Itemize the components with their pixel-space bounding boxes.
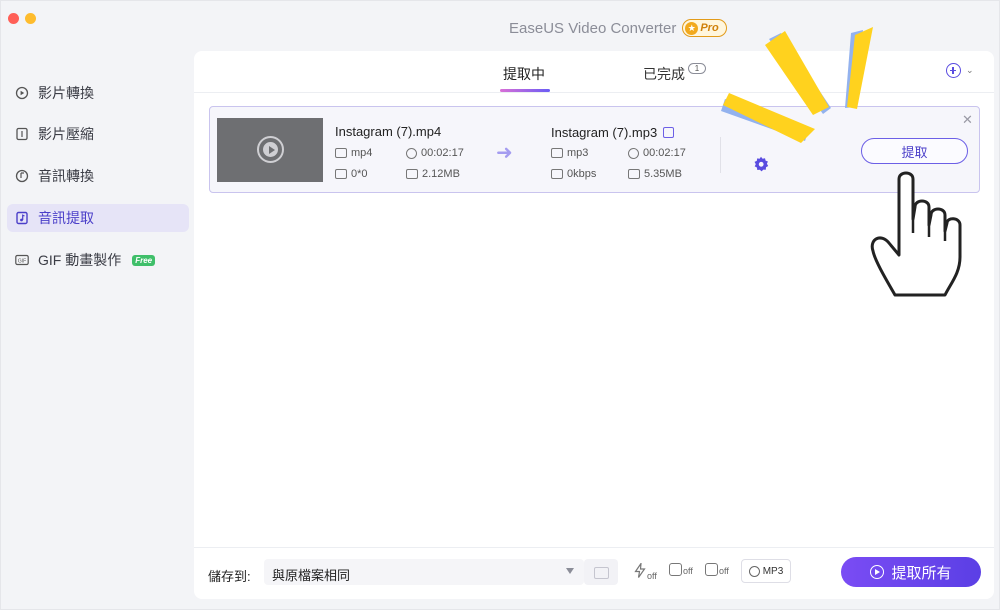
tab-done[interactable]: 已完成 1 (643, 63, 706, 84)
sidebar-item-label: 音訊轉換 (38, 168, 94, 184)
source-size-value: 2.12MB (422, 168, 460, 180)
chip-icon (669, 563, 682, 576)
free-badge: Free (132, 254, 156, 266)
toggle-state: off (647, 571, 657, 581)
clock-icon (628, 147, 639, 159)
target-size: 5.35MB (628, 168, 682, 180)
pro-badge[interactable]: ★ Pro (682, 19, 727, 37)
divider (720, 137, 721, 173)
tab-processing-label: 提取中 (503, 66, 545, 82)
video-convert-icon (15, 86, 29, 100)
audio-format-icon (551, 148, 563, 158)
settings-icon (748, 565, 760, 577)
hardware-acceleration-toggle[interactable]: off (634, 561, 657, 581)
target-format: mp3 (551, 147, 588, 159)
minimize-window-button[interactable] (25, 13, 36, 24)
bottom-bar: 儲存到: 與原檔案相同 off off off MP3 提取所有 (194, 547, 994, 599)
app-title-text: EaseUS Video Converter (509, 19, 677, 37)
play-circle-icon (870, 565, 885, 579)
app-window: EaseUS Video Converter ★ Pro 影片轉換 影片壓縮 音… (0, 0, 1000, 610)
source-size: 2.12MB (406, 168, 460, 180)
sidebar-item-gif-maker[interactable]: GIF GIF 動畫製作 Free (7, 246, 189, 274)
merge-toggle[interactable]: off (705, 563, 729, 576)
source-resolution: 0*0 (335, 168, 368, 180)
active-tab-indicator (500, 89, 550, 92)
target-bitrate-value: 0kbps (567, 168, 597, 180)
target-bitrate: 0kbps (551, 168, 596, 180)
toggle-state: off (683, 566, 693, 576)
file-size-icon (406, 169, 418, 179)
sidebar-item-audio-convert[interactable]: 音訊轉換 (7, 162, 189, 190)
clock-icon (406, 147, 417, 159)
sidebar-item-label: GIF 動畫製作 (38, 252, 122, 268)
file-size-icon (628, 169, 640, 179)
audio-convert-icon (15, 169, 29, 183)
add-file-button[interactable]: ⌄ (946, 63, 974, 78)
extract-all-button[interactable]: 提取所有 (841, 557, 981, 587)
edit-icon[interactable] (663, 127, 675, 138)
title-bar: EaseUS Video Converter ★ Pro (1, 1, 1000, 51)
source-format: mp4 (335, 147, 372, 159)
main-panel: 提取中 已完成 1 ⌄ Instagram (7).mp4 mp4 00:02:… (194, 51, 994, 599)
audio-extract-icon (15, 211, 29, 225)
source-duration: 00:02:17 (406, 147, 464, 159)
source-format-value: mp4 (351, 147, 373, 159)
done-count-badge: 1 (688, 63, 706, 74)
video-thumbnail[interactable] (217, 118, 323, 182)
arrow-right-icon: ➜ (496, 142, 513, 164)
save-location-select[interactable]: 與原檔案相同 (264, 559, 584, 585)
bitrate-icon (551, 169, 563, 179)
tab-done-label: 已完成 (643, 66, 685, 82)
close-icon[interactable]: ✕ (962, 112, 973, 128)
target-file-name-row: Instagram (7).mp3 (551, 125, 675, 140)
gif-icon: GIF (15, 253, 29, 267)
extract-button[interactable]: 提取 (861, 138, 968, 164)
sidebar-item-label: 音訊提取 (38, 210, 94, 226)
sidebar-item-video-convert[interactable]: 影片轉換 (7, 79, 189, 107)
output-format-label: MP3 (762, 565, 784, 577)
add-icon (946, 63, 961, 78)
source-duration-value: 00:02:17 (421, 147, 464, 159)
gear-icon[interactable] (753, 156, 769, 172)
video-format-icon (335, 148, 347, 158)
star-icon: ★ (685, 21, 699, 35)
target-duration: 00:02:17 (628, 147, 686, 159)
play-icon[interactable] (257, 136, 284, 163)
sidebar-item-label: 影片轉換 (38, 85, 94, 101)
sidebar-item-audio-extract[interactable]: 音訊提取 (7, 204, 189, 232)
merge-icon (705, 563, 718, 576)
source-file-name: Instagram (7).mp4 (335, 124, 442, 139)
toggle-state: off (719, 566, 729, 576)
source-resolution-value: 0*0 (351, 168, 368, 180)
tab-bar: 提取中 已完成 1 ⌄ (194, 51, 994, 93)
sidebar-item-video-compress[interactable]: 影片壓縮 (7, 120, 189, 148)
extract-all-label: 提取所有 (891, 564, 952, 582)
target-format-value: mp3 (567, 147, 589, 159)
task-card: Instagram (7).mp4 mp4 00:02:17 0*0 2.12M… (209, 106, 980, 193)
target-duration-value: 00:02:17 (643, 147, 686, 159)
sidebar-item-label: 影片壓縮 (38, 126, 94, 142)
tab-processing[interactable]: 提取中 (503, 64, 545, 84)
save-location-value: 與原檔案相同 (272, 568, 351, 583)
svg-text:GIF: GIF (18, 258, 26, 264)
output-format-button[interactable]: MP3 (741, 559, 791, 583)
lightning-icon (634, 561, 646, 581)
high-quality-toggle[interactable]: off (669, 563, 693, 576)
resolution-icon (335, 169, 347, 179)
open-folder-button[interactable] (584, 559, 618, 585)
chevron-down-icon: ⌄ (966, 65, 974, 75)
target-size-value: 5.35MB (644, 168, 682, 180)
save-to-label: 儲存到: (208, 569, 251, 584)
target-file-name: Instagram (7).mp3 (551, 125, 658, 140)
pro-badge-label: Pro (700, 22, 719, 34)
extract-button-label: 提取 (901, 144, 928, 160)
dropdown-caret-icon (566, 568, 574, 574)
app-title: EaseUS Video Converter ★ Pro (509, 19, 727, 37)
close-window-button[interactable] (8, 13, 19, 24)
compress-icon (15, 127, 29, 141)
